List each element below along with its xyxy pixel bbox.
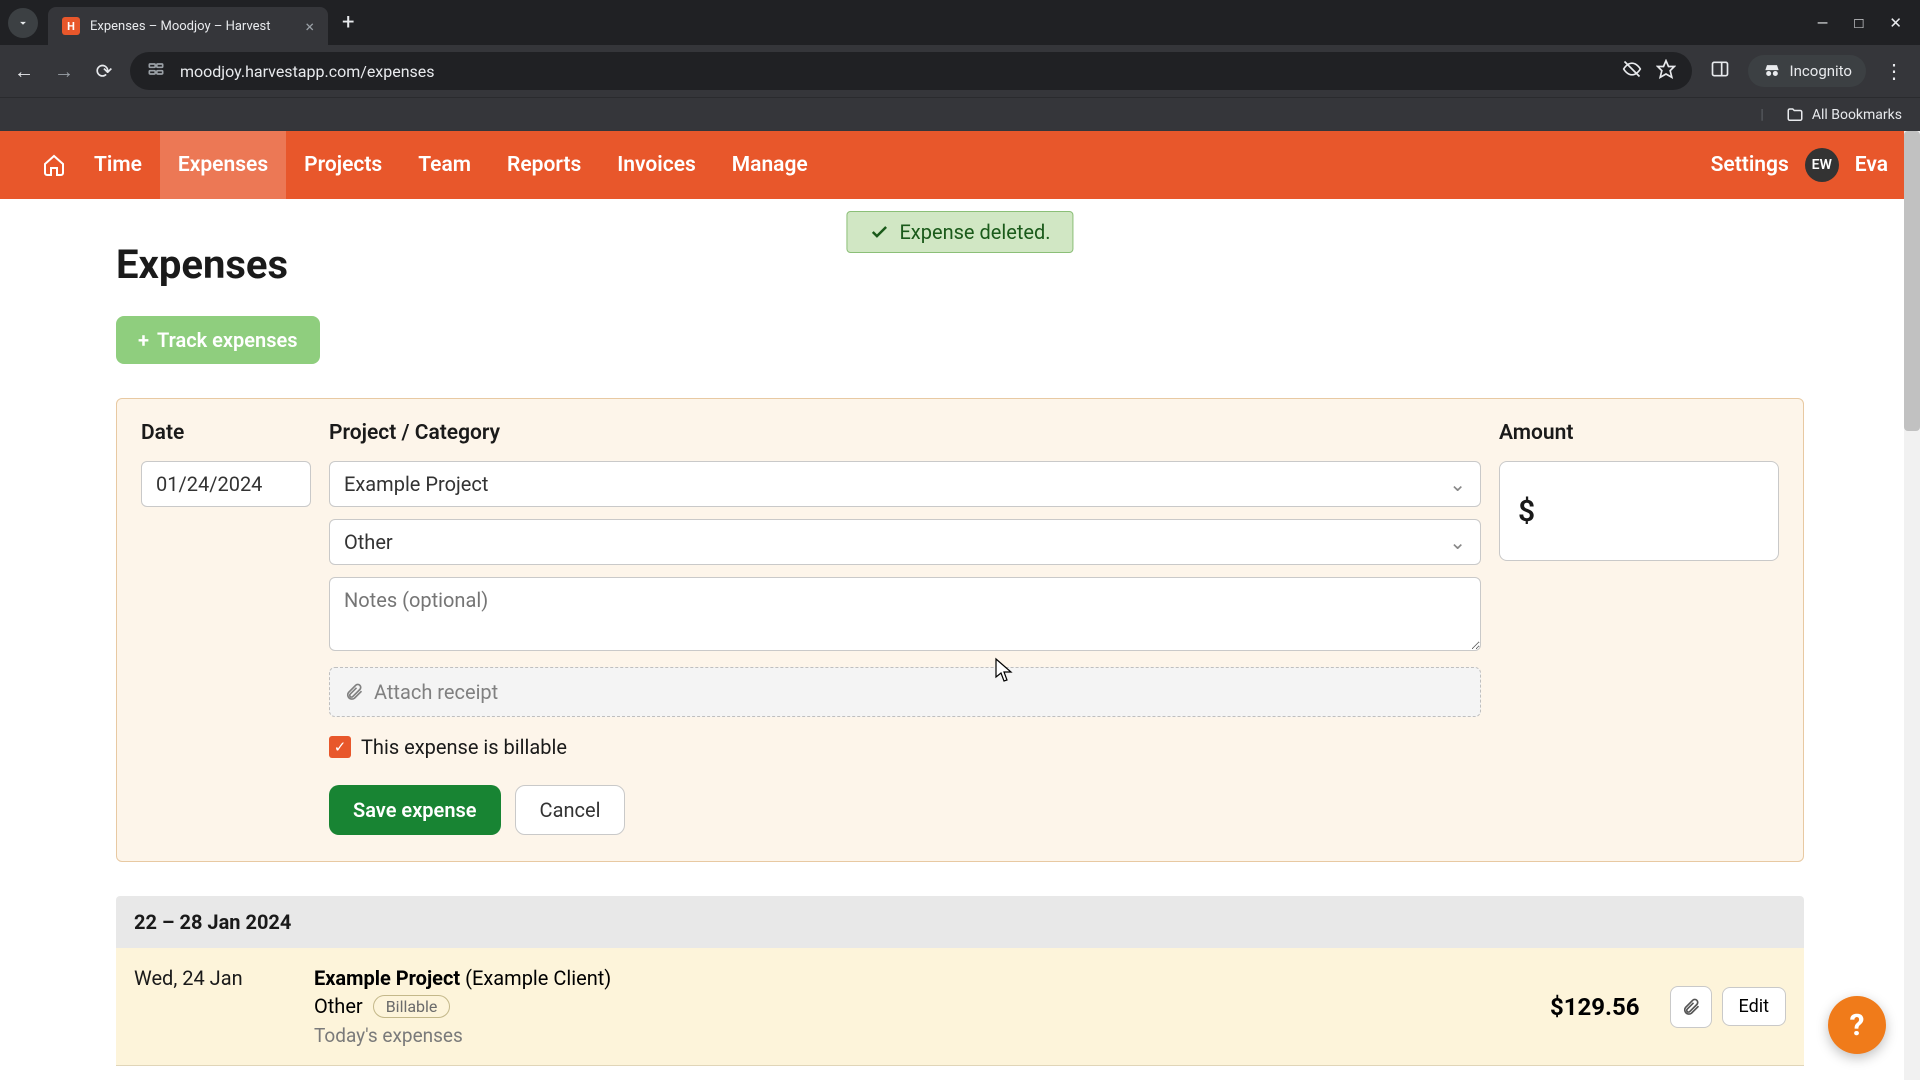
vertical-scrollbar[interactable] bbox=[1904, 131, 1920, 1080]
expense-row-category: Other Billable bbox=[314, 994, 1520, 1018]
nav-settings[interactable]: Settings bbox=[1711, 153, 1789, 177]
reload-button[interactable]: ⟳ bbox=[90, 59, 118, 83]
billable-checkbox[interactable]: ✓ bbox=[329, 736, 351, 758]
new-tab-button[interactable]: + bbox=[342, 10, 354, 35]
nav-time[interactable]: Time bbox=[76, 131, 160, 199]
label-project-category: Project / Category bbox=[329, 421, 1481, 445]
minimize-button[interactable]: ― bbox=[1817, 14, 1829, 32]
page-viewport: TimeExpensesProjectsTeamReportsInvoicesM… bbox=[0, 131, 1920, 1080]
tab-search-button[interactable] bbox=[8, 8, 38, 38]
receipt-attachment-button[interactable] bbox=[1670, 986, 1712, 1028]
bookmarks-bar: | All Bookmarks bbox=[0, 97, 1920, 131]
nav-expenses[interactable]: Expenses bbox=[160, 131, 286, 199]
expense-row-date: Wed, 24 Jan bbox=[134, 966, 284, 1047]
page-content: Expenses + Track expenses Date Project /… bbox=[116, 199, 1804, 1066]
paperclip-icon bbox=[344, 682, 364, 702]
nav-manage[interactable]: Manage bbox=[714, 131, 826, 199]
track-expenses-button[interactable]: + Track expenses bbox=[116, 316, 320, 364]
incognito-chip[interactable]: Incognito bbox=[1748, 55, 1866, 87]
url-text: moodjoy.harvestapp.com/expenses bbox=[180, 62, 435, 81]
toast-success: Expense deleted. bbox=[846, 211, 1073, 253]
browser-tab[interactable]: H Expenses – Moodjoy – Harvest × bbox=[48, 7, 328, 45]
tab-title: Expenses – Moodjoy – Harvest bbox=[90, 19, 295, 34]
edit-expense-button[interactable]: Edit bbox=[1722, 987, 1786, 1026]
address-bar[interactable]: moodjoy.harvestapp.com/expenses bbox=[130, 52, 1692, 90]
cancel-button[interactable]: Cancel bbox=[515, 785, 626, 835]
avatar[interactable]: EW bbox=[1805, 148, 1839, 182]
folder-icon bbox=[1786, 106, 1804, 124]
project-select[interactable]: Example Project ⌄ bbox=[329, 461, 1481, 507]
project-select-value: Example Project bbox=[344, 472, 488, 496]
expense-form: Date Project / Category Example Project … bbox=[116, 398, 1804, 862]
app-nav: TimeExpensesProjectsTeamReportsInvoicesM… bbox=[0, 131, 1920, 199]
chevron-down-icon: ⌄ bbox=[1449, 530, 1466, 554]
chevron-down-icon: ⌄ bbox=[1449, 472, 1466, 496]
expense-row-project: Example Project (Example Client) bbox=[314, 966, 1520, 990]
paperclip-icon bbox=[1681, 997, 1701, 1017]
bookmark-star-icon[interactable] bbox=[1656, 59, 1676, 83]
nav-projects[interactable]: Projects bbox=[286, 131, 400, 199]
window-controls: ― □ ✕ bbox=[1817, 14, 1912, 32]
billable-label: This expense is billable bbox=[361, 735, 567, 759]
maximize-button[interactable]: □ bbox=[1854, 14, 1863, 32]
date-range-header: 22 – 28 Jan 2024 bbox=[116, 896, 1804, 948]
nav-home-button[interactable] bbox=[32, 153, 76, 177]
help-fab[interactable]: ? bbox=[1828, 996, 1886, 1054]
attach-receipt-button[interactable]: Attach receipt bbox=[329, 667, 1481, 717]
date-input[interactable] bbox=[141, 461, 311, 507]
plus-icon: + bbox=[138, 328, 149, 352]
browser-tabstrip: H Expenses – Moodjoy – Harvest × + ― □ ✕ bbox=[0, 0, 1920, 45]
forward-button[interactable]: → bbox=[50, 59, 78, 84]
attach-receipt-label: Attach receipt bbox=[374, 680, 498, 704]
check-icon bbox=[869, 222, 889, 242]
kebab-menu-icon[interactable]: ⋮ bbox=[1884, 59, 1904, 83]
save-expense-button[interactable]: Save expense bbox=[329, 785, 501, 835]
expense-row-amount: $129.56 bbox=[1550, 966, 1640, 1047]
amount-input[interactable]: $ bbox=[1499, 461, 1779, 561]
tracking-off-icon[interactable] bbox=[1622, 59, 1642, 83]
favicon-icon: H bbox=[62, 17, 80, 35]
close-icon[interactable]: × bbox=[305, 17, 314, 36]
toolbar-right: Incognito ⋮ bbox=[1704, 55, 1910, 87]
site-settings-icon[interactable] bbox=[146, 59, 166, 83]
category-select-value: Other bbox=[344, 530, 393, 554]
side-panel-icon[interactable] bbox=[1710, 59, 1730, 83]
expense-row: Wed, 24 Jan Example Project (Example Cli… bbox=[116, 948, 1804, 1066]
notes-textarea[interactable] bbox=[329, 577, 1481, 651]
category-select[interactable]: Other ⌄ bbox=[329, 519, 1481, 565]
billable-pill: Billable bbox=[373, 995, 451, 1018]
label-amount: Amount bbox=[1499, 421, 1779, 445]
nav-team[interactable]: Team bbox=[400, 131, 489, 199]
nav-invoices[interactable]: Invoices bbox=[599, 131, 714, 199]
all-bookmarks-button[interactable]: All Bookmarks bbox=[1812, 107, 1902, 123]
expense-row-note: Today's expenses bbox=[314, 1024, 1520, 1047]
scrollbar-thumb[interactable] bbox=[1904, 131, 1920, 431]
back-button[interactable]: ← bbox=[10, 59, 38, 84]
toast-text: Expense deleted. bbox=[899, 220, 1050, 244]
incognito-label: Incognito bbox=[1790, 62, 1852, 80]
browser-toolbar: ← → ⟳ moodjoy.harvestapp.com/expenses In… bbox=[0, 45, 1920, 97]
currency-symbol: $ bbox=[1518, 494, 1535, 529]
label-date: Date bbox=[141, 421, 311, 445]
track-expenses-label: Track expenses bbox=[157, 328, 298, 352]
close-window-button[interactable]: ✕ bbox=[1889, 14, 1902, 32]
nav-reports[interactable]: Reports bbox=[489, 131, 599, 199]
nav-username[interactable]: Eva bbox=[1855, 153, 1888, 177]
